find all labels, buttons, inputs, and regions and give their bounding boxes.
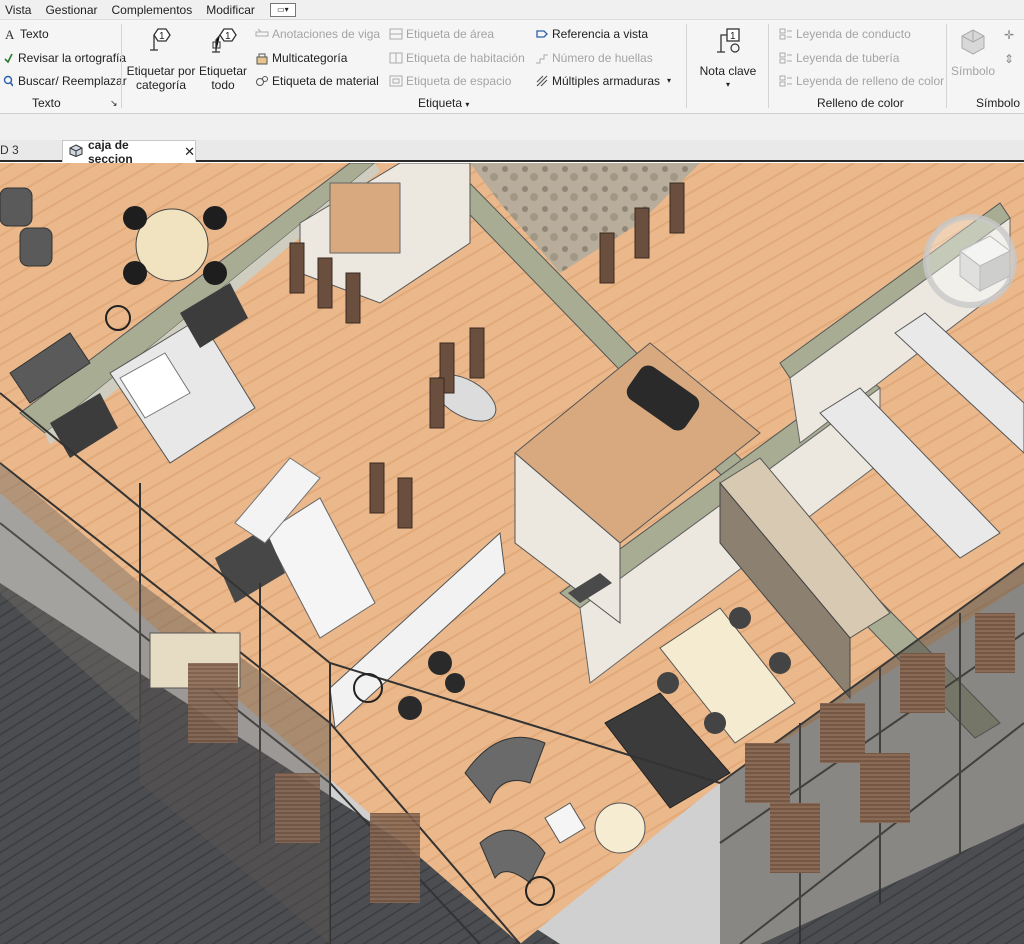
keynote-icon: 1 — [717, 28, 740, 53]
pipe-legend-icon — [778, 50, 793, 65]
svg-text:1: 1 — [225, 31, 231, 42]
etiquetar-categoria-line1: Etiquetar por — [126, 64, 196, 78]
panel-separator — [686, 24, 687, 108]
simbolo-button[interactable]: Símbolo — [950, 26, 996, 78]
svg-text:1: 1 — [730, 31, 736, 42]
numero-huellas-label: Número de huellas — [552, 50, 653, 65]
etiqueta-espacio-label: Etiqueta de espacio — [406, 73, 512, 88]
tread-number-icon — [534, 50, 549, 65]
view-reference-icon — [534, 26, 549, 41]
menu-vista[interactable]: Vista — [0, 3, 40, 17]
etiqueta-panel-chevron-icon[interactable]: ▾ — [465, 100, 469, 109]
menu-gestionar[interactable]: Gestionar — [40, 3, 106, 17]
find-replace-icon — [0, 73, 15, 88]
texto-button[interactable]: A Texto — [2, 26, 49, 41]
etiqueta-material-button[interactable]: Etiqueta de material — [254, 73, 379, 88]
multicategoria-label: Multicategoría — [272, 50, 348, 65]
3d-viewport[interactable] — [0, 163, 1024, 944]
beam-annotation-icon — [254, 26, 269, 41]
etiqueta-area-label: Etiqueta de área — [406, 26, 495, 41]
spellcheck-icon — [0, 50, 15, 65]
simbolo-panel-label: Símbolo — [976, 96, 1021, 110]
space-tag-icon — [388, 73, 403, 88]
revisar-label: Revisar la ortografía — [18, 50, 127, 65]
referencia-vista-button[interactable]: Referencia a vista — [534, 26, 648, 41]
svg-text:A: A — [5, 27, 15, 41]
leyenda-conducto-label: Leyenda de conducto — [796, 26, 911, 41]
etiqueta-habitacion-label: Etiqueta de habitación — [406, 50, 525, 65]
numero-huellas-button[interactable]: Número de huellas — [534, 50, 653, 65]
nota-clave-button[interactable]: 1 Nota clave ▾ — [694, 26, 762, 92]
buscar-reemplazar-button[interactable]: Buscar/ Reemplazar — [0, 73, 127, 88]
relleno-panel-label: Relleno de color — [817, 96, 904, 110]
simbolo-button-label: Símbolo — [950, 64, 996, 78]
leyenda-tuberia-label: Leyenda de tubería — [796, 50, 900, 65]
multiples-armaduras-label: Múltiples armaduras — [552, 73, 661, 88]
anotaciones-viga-label: Anotaciones de viga — [272, 26, 381, 41]
tab-caja-label: caja de seccion — [88, 137, 133, 166]
text-icon: A — [2, 26, 17, 41]
revisar-ortografia-button[interactable]: Revisar la ortografía — [0, 50, 126, 65]
nota-clave-label: Nota clave — [699, 64, 757, 78]
etiqueta-area-button[interactable]: Etiqueta de área — [388, 26, 494, 41]
3d-view-icon — [69, 143, 83, 160]
view-tab-strip: D 3 caja de seccion ✕ — [0, 138, 1024, 166]
menu-modificar[interactable]: Modificar — [201, 3, 264, 17]
ribbon-spacer — [0, 114, 1024, 140]
section-box-render — [0, 163, 1024, 944]
svg-text:1: 1 — [159, 31, 165, 42]
leyenda-relleno-color-button[interactable]: Leyenda de relleno de color — [778, 73, 944, 88]
buscar-label: Buscar/ Reemplazar — [18, 73, 127, 88]
etiqueta-material-label: Etiqueta de material — [272, 73, 379, 88]
etiqueta-habitacion-button[interactable]: Etiqueta de habitación — [388, 50, 525, 65]
ribbon: A Texto Revisar la ortografía Buscar/ Re… — [0, 20, 1024, 114]
texto-label: Texto — [20, 26, 49, 41]
etiqueta-espacio-button[interactable]: Etiqueta de espacio — [388, 73, 511, 88]
symbol-icon — [961, 29, 985, 55]
etiqueta-panel-label: Etiqueta ▾ — [418, 96, 469, 110]
panel-separator — [121, 24, 122, 108]
menu-dropdown-button[interactable]: ▭▾ — [269, 2, 296, 17]
menu-bar: Vista Gestionar Complementos Modificar ▭… — [0, 0, 1024, 20]
leyenda-relleno-label: Leyenda de relleno de color — [796, 73, 945, 88]
nota-clave-chevron-icon: ▾ — [725, 80, 730, 89]
referencia-vista-label: Referencia a vista — [552, 26, 649, 41]
texto-panel-label: Texto — [32, 96, 61, 110]
color-fill-legend-icon — [778, 73, 793, 88]
room-tag-icon — [388, 50, 403, 65]
etiquetar-todo-line2: todo — [211, 78, 235, 92]
span-direction-icon[interactable]: ✛ — [1004, 28, 1014, 42]
stair-path-icon[interactable]: ⇕ — [1004, 52, 1014, 66]
tag-by-category-icon: 1 — [150, 28, 171, 51]
etiquetar-por-categoria-button[interactable]: 1 Etiquetar por categoría — [126, 26, 196, 92]
duct-legend-icon — [778, 26, 793, 41]
etiqueta-panel-label-text: Etiqueta — [418, 96, 463, 110]
etiquetar-todo-line1: Etiquetar — [198, 64, 248, 78]
panel-separator — [946, 24, 947, 108]
area-tag-icon — [388, 26, 403, 41]
multi-category-tag-icon — [254, 50, 269, 65]
panel-separator — [768, 24, 769, 108]
texto-panel-launcher-icon[interactable]: ↘ — [110, 98, 118, 109]
leyenda-tuberia-button[interactable]: Leyenda de tubería — [778, 50, 899, 65]
multi-rebar-icon — [534, 73, 549, 88]
etiquetar-todo-button[interactable]: 1 Etiquetar todo — [198, 26, 248, 92]
viewcube-icon[interactable] — [920, 211, 1020, 311]
tab-3d-previous[interactable]: D 3 — [0, 143, 19, 157]
etiquetar-categoria-line2: categoría — [135, 78, 187, 92]
menu-complementos[interactable]: Complementos — [107, 3, 202, 17]
leyenda-conducto-button[interactable]: Leyenda de conducto — [778, 26, 911, 41]
multicategoria-button[interactable]: Multicategoría — [254, 50, 347, 65]
chevron-down-icon[interactable]: ▾ — [667, 76, 671, 85]
anotaciones-viga-button[interactable]: Anotaciones de viga — [254, 26, 380, 41]
material-tag-icon — [254, 73, 269, 88]
tag-all-icon: 1 — [212, 28, 237, 53]
multiples-armaduras-button[interactable]: Múltiples armaduras ▾ — [534, 73, 671, 88]
close-icon[interactable]: ✕ — [184, 144, 195, 160]
tab-caja-de-seccion[interactable]: caja de seccion ✕ — [62, 138, 196, 166]
